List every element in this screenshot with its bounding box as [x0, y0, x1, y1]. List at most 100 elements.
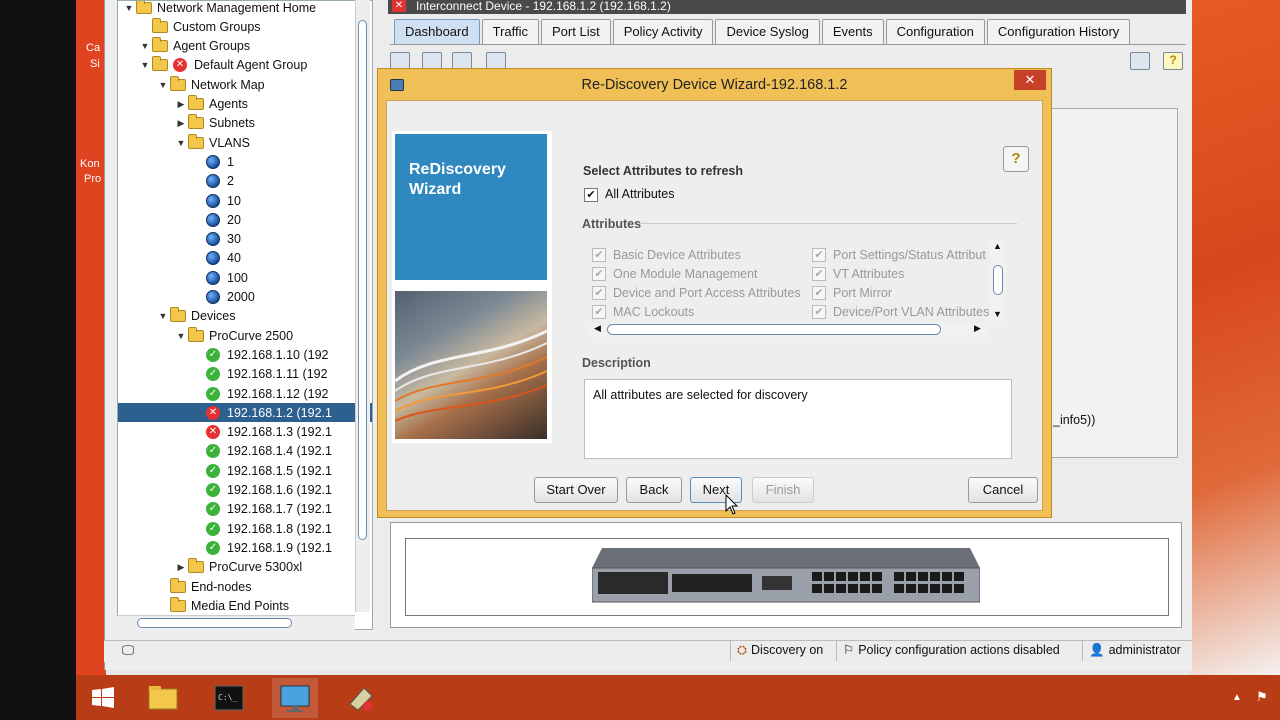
- finish-button[interactable]: Finish: [752, 477, 814, 503]
- tree-item-label: Devices: [191, 309, 236, 324]
- attributes-vscroll-thumb[interactable]: [993, 265, 1003, 295]
- attribute-checkbox[interactable]: ✔: [592, 267, 606, 281]
- tree-item[interactable]: ▼ Agent Groups: [118, 37, 372, 56]
- attribute-checkbox[interactable]: ✔: [812, 267, 826, 281]
- attribute-label: Device and Port Access Attributes: [613, 286, 801, 300]
- tree-hscroll-thumb[interactable]: [137, 618, 292, 628]
- tree-item[interactable]: ▶ Agents: [118, 95, 372, 114]
- attributes-hscroll-thumb[interactable]: [607, 324, 941, 335]
- tree-item[interactable]: 100: [118, 268, 372, 287]
- taskbar-network-manager[interactable]: [272, 678, 318, 718]
- status-monitor-icon[interactable]: 🖵: [116, 640, 136, 661]
- taskbar-file-explorer[interactable]: [140, 678, 186, 718]
- tree-item[interactable]: ✕ 192.168.1.2 (192.1: [118, 403, 372, 423]
- close-icon[interactable]: ✕: [1014, 70, 1046, 90]
- tab-traffic[interactable]: Traffic: [481, 19, 540, 44]
- mouse-cursor-icon: [725, 494, 739, 515]
- tree-item[interactable]: ▶ Subnets: [118, 114, 372, 133]
- expand-right-icon[interactable]: ▶: [174, 99, 188, 110]
- expand-right-icon[interactable]: ▶: [174, 118, 188, 129]
- tree-scroll-thumb[interactable]: [358, 20, 367, 540]
- expand-down-icon[interactable]: ▼: [174, 138, 188, 148]
- start-over-button[interactable]: Start Over: [534, 477, 618, 503]
- device-window-close-icon[interactable]: ✕: [392, 0, 406, 12]
- tree-item[interactable]: ✓ 192.168.1.11 (192: [118, 365, 372, 384]
- cancel-button[interactable]: Cancel: [968, 477, 1038, 503]
- tree-item[interactable]: ▼ ✕ Default Agent Group: [118, 56, 372, 75]
- tab-policy-activity[interactable]: Policy Activity: [612, 19, 714, 44]
- tree-item[interactable]: ✓ 192.168.1.4 (192.1: [118, 442, 372, 461]
- desktop-icon-label[interactable]: Kon: [80, 158, 100, 170]
- tree-item-label: End-nodes: [191, 579, 252, 594]
- tree-item-label: 2: [227, 174, 234, 189]
- tree-item[interactable]: ✓ 192.168.1.7 (192.1: [118, 500, 372, 519]
- tree-item[interactable]: Custom Groups: [118, 17, 372, 36]
- tree-item[interactable]: 20: [118, 210, 372, 229]
- tree-item[interactable]: End-nodes: [118, 577, 372, 596]
- attribute-checkbox[interactable]: ✔: [592, 305, 606, 319]
- tree-item[interactable]: ✓ 192.168.1.9 (192.1: [118, 538, 372, 557]
- tree-item[interactable]: 1: [118, 152, 372, 171]
- attribute-checkbox[interactable]: ✔: [812, 286, 826, 300]
- tray-flag-icon[interactable]: ⚑: [1256, 689, 1268, 705]
- tab-events[interactable]: Events: [821, 19, 884, 44]
- toolbar-select-icon[interactable]: [1130, 52, 1150, 70]
- expand-down-icon[interactable]: ▼: [174, 331, 188, 341]
- status-ok-icon: ✓: [206, 386, 220, 401]
- tray-chevron-icon[interactable]: ▲: [1232, 692, 1242, 703]
- start-button[interactable]: [80, 678, 126, 718]
- status-policy: ⚐ Policy configuration actions disabled: [836, 640, 1082, 661]
- tree-item[interactable]: ✓ 192.168.1.12 (192: [118, 384, 372, 403]
- help-button[interactable]: ?: [1003, 146, 1029, 172]
- taskbar-app-icon[interactable]: [338, 678, 384, 718]
- desktop-icon-label[interactable]: Ca: [86, 42, 100, 54]
- status-error-icon: ✕: [206, 405, 220, 420]
- wizard-title-line2: Wizard: [409, 181, 462, 198]
- back-button[interactable]: Back: [626, 477, 682, 503]
- toolbar-help-icon[interactable]: ?: [1163, 52, 1183, 70]
- tree-item[interactable]: ✓ 192.168.1.5 (192.1: [118, 461, 372, 480]
- scroll-right-icon[interactable]: ▶: [974, 323, 981, 334]
- all-attributes-label[interactable]: All Attributes: [605, 187, 674, 201]
- tree-item[interactable]: ✓ 192.168.1.8 (192.1: [118, 519, 372, 538]
- attribute-checkbox[interactable]: ✔: [592, 286, 606, 300]
- tree-item[interactable]: 10: [118, 191, 372, 210]
- scroll-up-icon[interactable]: ▲: [993, 241, 1002, 251]
- tree-item[interactable]: ▶ ProCurve 5300xl: [118, 558, 372, 577]
- tree-item[interactable]: ▼ VLANS: [118, 133, 372, 152]
- tree-item[interactable]: 30: [118, 230, 372, 249]
- desktop-icon-label[interactable]: Pro: [84, 173, 101, 185]
- scroll-left-icon[interactable]: ◀: [594, 323, 601, 334]
- expand-down-icon[interactable]: ▼: [122, 3, 136, 13]
- tab-device-syslog[interactable]: Device Syslog: [715, 19, 820, 44]
- expand-down-icon[interactable]: ▼: [156, 311, 170, 321]
- tree-item[interactable]: ✕ 192.168.1.3 (192.1: [118, 423, 372, 442]
- tab-port-list[interactable]: Port List: [541, 19, 611, 44]
- tree-item[interactable]: 2: [118, 172, 372, 191]
- tree-item[interactable]: ✓ 192.168.1.6 (192.1: [118, 481, 372, 500]
- attribute-checkbox[interactable]: ✔: [812, 248, 826, 262]
- taskbar-command-prompt[interactable]: C:\_: [206, 678, 252, 718]
- all-attributes-checkbox[interactable]: ✔: [584, 188, 598, 202]
- attribute-checkbox[interactable]: ✔: [592, 248, 606, 262]
- tree-item[interactable]: ▼ Network Management Home: [118, 1, 372, 17]
- tree-item[interactable]: ▼ Devices: [118, 307, 372, 326]
- expand-down-icon[interactable]: ▼: [138, 60, 152, 70]
- tree-item[interactable]: ▼ ProCurve 2500: [118, 326, 372, 345]
- expand-right-icon[interactable]: ▶: [174, 562, 188, 573]
- expand-down-icon[interactable]: ▼: [138, 41, 152, 51]
- tab-configuration-history[interactable]: Configuration History: [986, 19, 1131, 44]
- scroll-down-icon[interactable]: ▼: [993, 309, 1002, 319]
- attributes-vertical-scrollbar[interactable]: ▲ ▼: [990, 241, 1006, 321]
- tree-item[interactable]: Media End Points: [118, 596, 372, 615]
- attribute-label: Device/Port VLAN Attributes: [833, 305, 990, 319]
- tree-item[interactable]: 2000: [118, 288, 372, 307]
- desktop-icon-label[interactable]: Si: [90, 58, 100, 70]
- tab-configuration[interactable]: Configuration: [885, 19, 985, 44]
- attribute-checkbox[interactable]: ✔: [812, 305, 826, 319]
- tree-item[interactable]: ✓ 192.168.1.10 (192: [118, 345, 372, 364]
- tree-item[interactable]: 40: [118, 249, 372, 268]
- tab-dashboard[interactable]: Dashboard: [394, 19, 480, 44]
- expand-down-icon[interactable]: ▼: [156, 80, 170, 90]
- tree-item[interactable]: ▼ Network Map: [118, 75, 372, 94]
